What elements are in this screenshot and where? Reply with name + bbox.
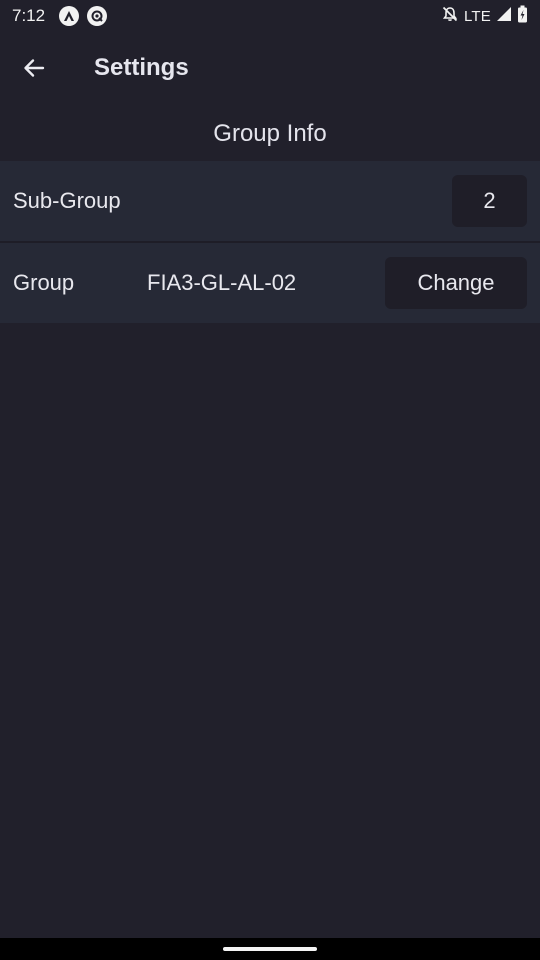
group-label: Group bbox=[13, 270, 75, 295]
back-button[interactable] bbox=[14, 48, 54, 88]
status-left: 7:12 bbox=[12, 6, 108, 26]
status-bar: 7:12 LTE bbox=[0, 0, 540, 32]
sub-group-value[interactable]: 2 bbox=[452, 175, 527, 227]
arrow-left-icon bbox=[24, 59, 45, 77]
group-value: FIA3-GL-AL-02 bbox=[147, 270, 297, 295]
app-icon-a bbox=[59, 6, 80, 26]
sub-group-label: Sub-Group bbox=[13, 188, 121, 213]
page-title: Settings bbox=[94, 54, 189, 81]
section-title: Group Info bbox=[213, 120, 327, 147]
battery-icon bbox=[517, 5, 528, 28]
app-bar: Settings bbox=[0, 32, 540, 104]
sub-group-row: Sub-Group 2 bbox=[0, 161, 540, 241]
change-group-button[interactable]: Change bbox=[385, 257, 527, 309]
app-icon-at bbox=[87, 6, 108, 26]
status-time: 7:12 bbox=[12, 6, 46, 25]
group-row: Group FIA3-GL-AL-02 Change bbox=[0, 243, 540, 323]
status-right: LTE bbox=[441, 5, 528, 28]
home-indicator[interactable] bbox=[223, 947, 317, 951]
signal-icon bbox=[496, 6, 512, 27]
notifications-off-icon bbox=[441, 5, 459, 28]
navigation-bar bbox=[0, 938, 540, 960]
network-type: LTE bbox=[464, 7, 491, 25]
